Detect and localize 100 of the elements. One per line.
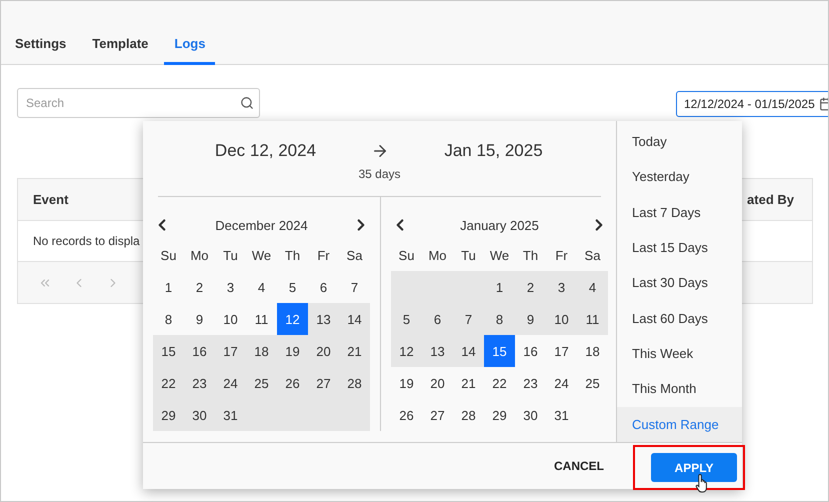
day-cell[interactable]: 13: [422, 335, 453, 367]
date-range-field[interactable]: 12/12/2024 - 01/15/2025: [676, 91, 828, 117]
day-cell[interactable]: 30: [184, 399, 215, 431]
day-cell[interactable]: 29: [484, 399, 515, 431]
day-cell[interactable]: 6: [422, 303, 453, 335]
day-cell[interactable]: 1: [484, 271, 515, 303]
day-cell[interactable]: 6: [308, 271, 339, 303]
day-cell[interactable]: 4: [577, 271, 608, 303]
day-cell[interactable]: 2: [515, 271, 546, 303]
month-title: December 2024: [215, 218, 308, 232]
day-cell[interactable]: 24: [546, 367, 577, 399]
apply-button[interactable]: APPLY: [651, 453, 737, 482]
day-cell[interactable]: 3: [546, 271, 577, 303]
day-cell[interactable]: 28: [339, 367, 370, 399]
preset-option[interactable]: Yesterday: [617, 159, 742, 195]
day-cell[interactable]: 25: [577, 367, 608, 399]
day-cell[interactable]: 22: [484, 367, 515, 399]
day-cell[interactable]: 27: [422, 399, 453, 431]
day-cell[interactable]: 9: [184, 303, 215, 335]
day-cell[interactable]: 11: [246, 303, 277, 335]
day-cell[interactable]: 8: [484, 303, 515, 335]
day-cell[interactable]: 5: [391, 303, 422, 335]
day-cell[interactable]: 26: [391, 399, 422, 431]
weekday-label: We: [250, 246, 272, 264]
duration-label: 35 days: [358, 167, 401, 181]
day-cell[interactable]: 17: [215, 335, 246, 367]
weekday-label: Fr: [554, 246, 569, 264]
day-cell[interactable]: 19: [277, 335, 308, 367]
tab[interactable]: Logs: [164, 36, 216, 65]
month-title: January 2025: [460, 218, 539, 232]
day-cell[interactable]: 28: [453, 399, 484, 431]
preset-option[interactable]: Today: [617, 124, 742, 160]
day-cell[interactable]: 1: [153, 271, 184, 303]
day-cell[interactable]: 4: [246, 271, 277, 303]
weekday-label: Th: [284, 246, 302, 264]
day-cell[interactable]: 13: [308, 303, 339, 335]
weekday-label: Su: [398, 246, 416, 264]
column-header: ated By: [746, 192, 795, 207]
weekday-label: Su: [160, 246, 178, 264]
day-cell[interactable]: 30: [515, 399, 546, 431]
preset-option[interactable]: Last 30 Days: [617, 265, 742, 301]
day-cell[interactable]: 23: [515, 367, 546, 399]
day-cell[interactable]: 21: [339, 335, 370, 367]
day-cell[interactable]: 25: [246, 367, 277, 399]
tab[interactable]: Settings: [5, 36, 76, 65]
search-icon[interactable]: [240, 96, 254, 110]
day-cell[interactable]: 7: [453, 303, 484, 335]
preset-option[interactable]: This Month: [617, 371, 742, 407]
day-cell[interactable]: 14: [339, 303, 370, 335]
weekday-label: Tu: [460, 246, 477, 264]
preset-option[interactable]: Last 60 Days: [617, 300, 742, 336]
day-cell[interactable]: 16: [184, 335, 215, 367]
day-cell[interactable]: 12: [391, 335, 422, 367]
cancel-button[interactable]: CANCEL: [554, 459, 604, 473]
day-cell[interactable]: 18: [246, 335, 277, 367]
day-cell[interactable]: 18: [577, 335, 608, 367]
day-cell[interactable]: 3: [215, 271, 246, 303]
search-field[interactable]: Search: [17, 88, 260, 118]
day-cell[interactable]: 31: [546, 399, 577, 431]
end-date: Jan 15, 2025: [443, 141, 544, 161]
day-cell[interactable]: 26: [277, 367, 308, 399]
day-cell[interactable]: 15: [153, 335, 184, 367]
day-cell[interactable]: 8: [153, 303, 184, 335]
weekday-label: Mo: [427, 246, 448, 264]
weekday-label: We: [488, 246, 510, 264]
day-cell[interactable]: 22: [153, 367, 184, 399]
day-cell[interactable]: 20: [422, 367, 453, 399]
day-cell[interactable]: 11: [577, 303, 608, 335]
day-cell[interactable]: 24: [215, 367, 246, 399]
weekday-label: Fr: [316, 246, 331, 264]
day-cell[interactable]: 29: [153, 399, 184, 431]
day-cell[interactable]: 17: [546, 335, 577, 367]
day-cell[interactable]: 12: [277, 303, 308, 335]
day-cell[interactable]: 5: [277, 271, 308, 303]
weekday-label: Sa: [584, 246, 602, 264]
preset-option[interactable]: Last 15 Days: [617, 230, 742, 266]
day-cell[interactable]: 19: [391, 367, 422, 399]
day-cell[interactable]: 14: [453, 335, 484, 367]
day-cell[interactable]: 7: [339, 271, 370, 303]
day-cell[interactable]: 9: [515, 303, 546, 335]
weekday-label: Tu: [222, 246, 239, 264]
weekday-label: Mo: [189, 246, 210, 264]
preset-option[interactable]: Custom Range: [617, 406, 742, 442]
day-cell[interactable]: 27: [308, 367, 339, 399]
preset-option[interactable]: Last 7 Days: [617, 194, 742, 230]
column-header: Event: [32, 192, 70, 207]
empty-message: No records to displa: [32, 234, 140, 248]
day-cell[interactable]: 2: [184, 271, 215, 303]
day-cell[interactable]: 23: [184, 367, 215, 399]
day-cell[interactable]: 10: [215, 303, 246, 335]
day-cell[interactable]: 20: [308, 335, 339, 367]
day-cell[interactable]: 31: [215, 399, 246, 431]
weekday-label: Sa: [346, 246, 364, 264]
tab[interactable]: Template: [82, 36, 158, 65]
preset-option[interactable]: This Week: [617, 336, 742, 372]
day-cell[interactable]: 10: [546, 303, 577, 335]
day-cell[interactable]: 16: [515, 335, 546, 367]
day-cell[interactable]: 15: [484, 335, 515, 367]
day-cell[interactable]: 21: [453, 367, 484, 399]
weekday-label: Th: [522, 246, 540, 264]
